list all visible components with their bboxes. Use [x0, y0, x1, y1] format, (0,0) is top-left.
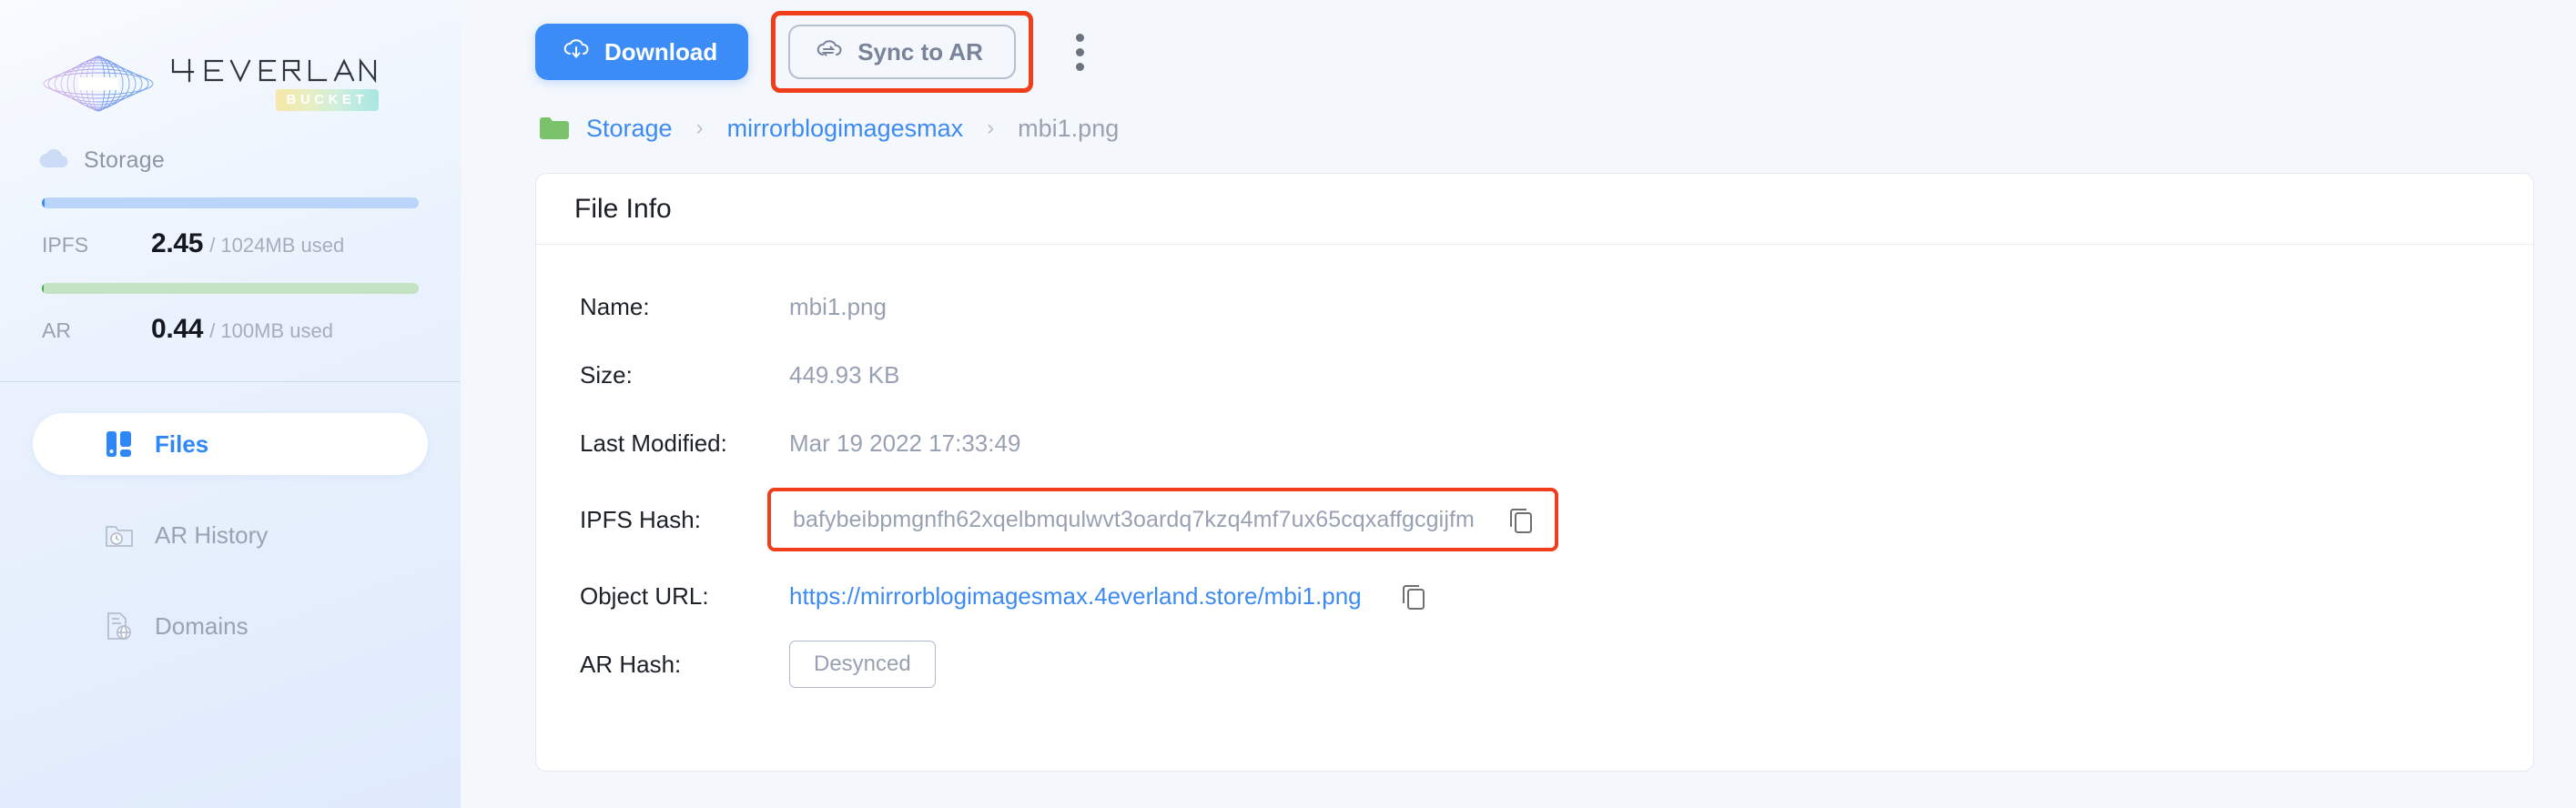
info-row-name: Name: mbi1.png — [580, 283, 2533, 330]
info-row-ipfs-hash: IPFS Hash: bafybeibpmgnfh62xqelbmqulwvt3… — [580, 488, 2533, 551]
sidebar-item-label-files: Files — [155, 429, 209, 458]
breadcrumb: Storage › mirrorblogimagesmax › mbi1.png — [535, 100, 2538, 157]
info-label-ar-hash: AR Hash: — [580, 650, 682, 678]
breadcrumb-item-bucket[interactable]: mirrorblogimagesmax — [727, 115, 964, 143]
sidebar-item-ar-history[interactable]: AR History — [33, 504, 428, 566]
breadcrumb-item-file: mbi1.png — [1018, 114, 1120, 142]
card-title: File Info — [574, 193, 672, 224]
ipfs-quota-used: 2.45 — [151, 228, 204, 258]
folder-icon — [539, 116, 570, 141]
sidebar-nav: Files AR History Domains — [0, 382, 461, 657]
storage-label: Storage — [84, 147, 165, 173]
info-label-last-modified: Last Modified: — [580, 429, 727, 457]
domains-icon — [104, 611, 135, 641]
storage-section-header: Storage — [0, 127, 461, 174]
info-label-ipfs-hash: IPFS Hash: — [580, 505, 701, 533]
info-value-size: 449.93 KB — [789, 360, 900, 389]
info-value-name: mbi1.png — [789, 292, 887, 320]
ar-quota-name: AR — [42, 318, 71, 342]
sync-to-ar-highlight-box: Sync to AR — [771, 11, 1033, 93]
file-info-card-body: Name: mbi1.png Size: 449.93 KB Last Modi… — [536, 245, 2533, 688]
brand-badge: BUCKET — [275, 88, 379, 111]
ar-history-icon — [104, 520, 135, 550]
action-toolbar: Download Sync to AR — [535, 0, 2538, 100]
file-info-card: File Info Name: mbi1.png Size: 449.93 KB… — [535, 173, 2534, 772]
download-button[interactable]: Download — [535, 24, 749, 80]
sync-to-ar-button-label: Sync to AR — [857, 37, 983, 66]
ipfs-progress-bar — [42, 197, 419, 208]
ar-quota-meter — [0, 259, 461, 294]
sidebar-item-label-ar-history: AR History — [155, 520, 269, 549]
info-row-object-url: Object URL: https://mirrorblogimagesmax.… — [580, 572, 2533, 620]
ipfs-quota-meter — [0, 174, 461, 208]
brand-wordmark — [171, 57, 377, 83]
breadcrumb-item-storage[interactable]: Storage — [586, 115, 673, 143]
ipfs-progress-fill — [42, 197, 46, 208]
brand-logo[interactable]: BUCKET — [0, 0, 461, 127]
download-button-label: Download — [604, 37, 718, 66]
app-root: BUCKET Storage IPFS 2.45 / 1024MB used A… — [0, 0, 2576, 808]
ipfs-quota-row: IPFS 2.45 / 1024MB used — [0, 228, 461, 259]
cloud-download-icon — [563, 37, 590, 67]
sidebar-scrollbar[interactable] — [451, 0, 459, 808]
ar-quota-row: AR 0.44 / 100MB used — [0, 314, 461, 345]
cloud-icon — [38, 147, 69, 174]
copy-ipfs-hash-icon[interactable] — [1506, 504, 1536, 535]
ar-progress-bar — [42, 283, 419, 294]
ar-quota-used: 0.44 — [151, 314, 204, 344]
info-value-last-modified: Mar 19 2022 17:33:49 — [789, 429, 1021, 457]
info-value-object-url[interactable]: https://mirrorblogimagesmax.4everland.st… — [789, 582, 1362, 611]
info-row-last-modified: Last Modified: Mar 19 2022 17:33:49 — [580, 419, 2533, 467]
info-row-size: Size: 449.93 KB — [580, 351, 2533, 399]
files-icon — [104, 429, 135, 460]
info-label-size: Size: — [580, 360, 633, 389]
ar-hash-status-badge[interactable]: Desynced — [789, 641, 936, 688]
sync-to-ar-button[interactable]: Sync to AR — [788, 25, 1016, 79]
info-value-ipfs-hash: bafybeibpmgnfh62xqelbmqulwvt3oardq7kzq4m… — [793, 506, 1475, 532]
ipfs-quota-total: / 1024MB used — [209, 234, 345, 257]
ar-progress-fill — [42, 283, 45, 294]
info-label-object-url: Object URL: — [580, 581, 709, 610]
more-options-icon[interactable] — [1053, 25, 1108, 79]
breadcrumb-separator-1: › — [695, 116, 704, 140]
info-row-ar-hash: AR Hash: Desynced — [580, 641, 2533, 688]
main-content: Download Sync to AR Storage › mirrorblog… — [461, 0, 2576, 808]
copy-object-url-icon[interactable] — [1398, 581, 1429, 611]
sidebar-item-domains[interactable]: Domains — [33, 595, 428, 657]
sidebar-item-files[interactable]: Files — [33, 413, 428, 475]
4everland-logo-icon — [42, 56, 155, 112]
file-info-card-header: File Info — [536, 174, 2533, 245]
info-label-name: Name: — [580, 292, 650, 320]
ipfs-hash-highlight-box: bafybeibpmgnfh62xqelbmqulwvt3oardq7kzq4m… — [767, 488, 1558, 551]
breadcrumb-separator-2: › — [987, 116, 995, 140]
ipfs-quota-name: IPFS — [42, 233, 89, 257]
sidebar-item-label-domains: Domains — [155, 611, 248, 640]
ar-quota-total: / 100MB used — [209, 319, 333, 342]
cloud-sync-icon — [816, 37, 843, 67]
sidebar: BUCKET Storage IPFS 2.45 / 1024MB used A… — [0, 0, 461, 808]
